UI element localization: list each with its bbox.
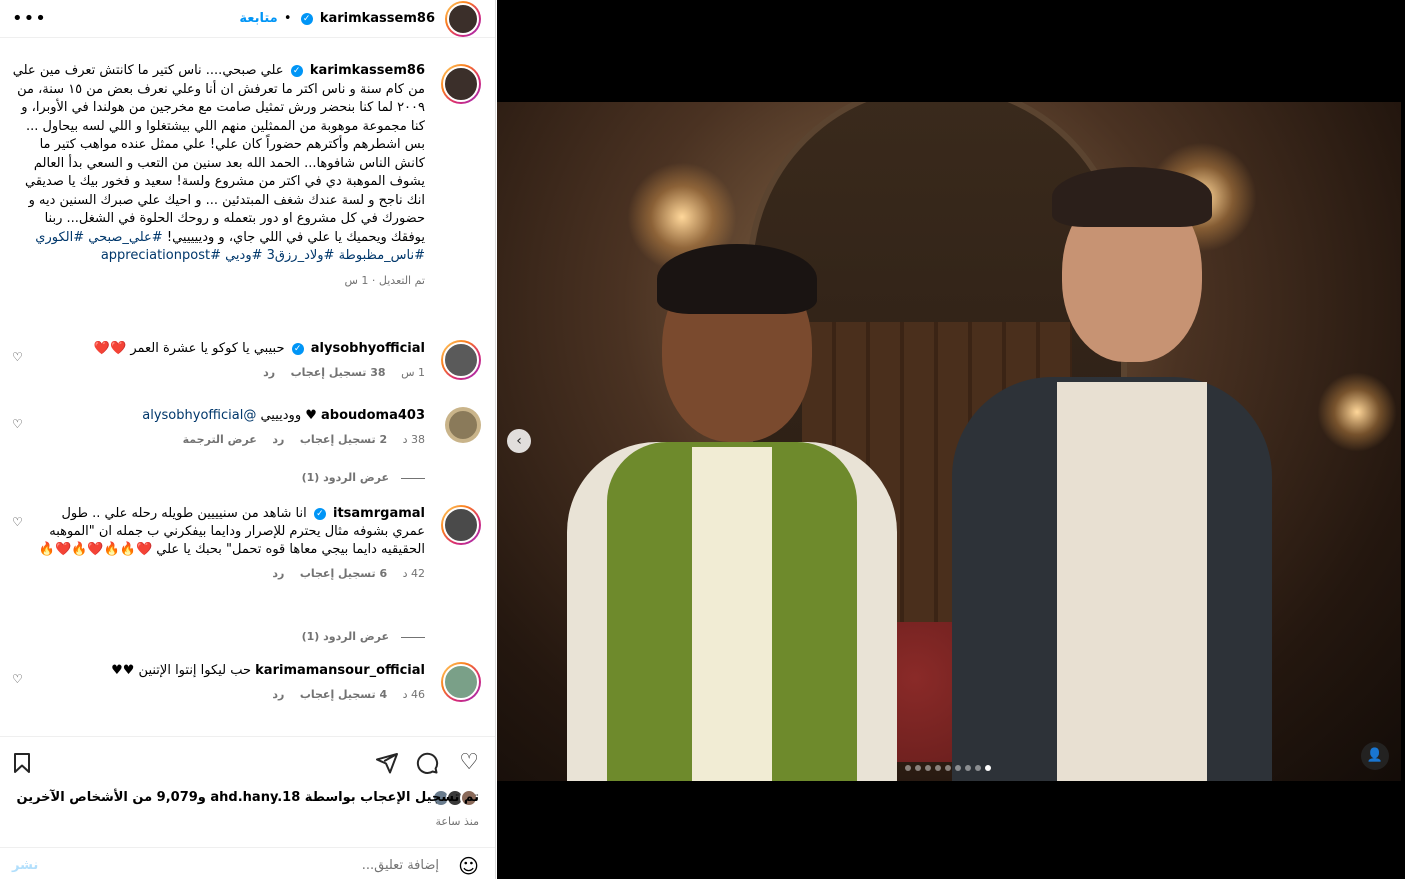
person-right-hair: [1052, 167, 1212, 227]
comment-avatar[interactable]: [441, 505, 481, 545]
verified-icon: ✓: [300, 12, 313, 25]
lamp-light: [1317, 372, 1397, 452]
comment-username[interactable]: alysobhyofficial: [311, 341, 425, 356]
comment-likes[interactable]: 38 تسجيل إعجاب: [291, 366, 386, 379]
carousel-dot: [975, 765, 981, 771]
carousel-dot: [965, 765, 971, 771]
comment-like-icon[interactable]: ♡: [12, 515, 23, 529]
comment-item: aboudoma403 ♥ ووديييي @alysobhyofficial …: [8, 407, 481, 446]
carousel-dot: [985, 765, 991, 771]
heart-icon[interactable]: ♡: [459, 751, 479, 775]
comments-list[interactable]: karimkassem86 ✓ علي صبحي.... ناس كتير ما…: [0, 50, 495, 735]
caption-avatar[interactable]: [441, 64, 481, 104]
caption-body: علي صبحي.... ناس كتير ما كانتش تعرف مين …: [12, 63, 425, 245]
post-actions: ♡: [0, 736, 495, 788]
view-replies-button[interactable]: عرض الردود (1): [302, 630, 425, 643]
follow-button[interactable]: متابعة: [239, 11, 277, 26]
comment-avatar[interactable]: [441, 340, 481, 380]
caption-text: karimkassem86 ✓ علي صبحي.... ناس كتير ما…: [8, 62, 481, 266]
author-username[interactable]: karimkassem86: [320, 11, 435, 26]
carousel-dot: [905, 765, 911, 771]
caption-edited: تم التعديل · 1 س: [344, 273, 425, 287]
more-icon[interactable]: •••: [12, 8, 47, 29]
comment-time[interactable]: 46 د: [403, 688, 425, 701]
post-panel: karimkassem86 ✓ • متابعة ••• karimkassem…: [0, 0, 496, 879]
bookmark-icon[interactable]: [10, 751, 34, 781]
author-avatar[interactable]: [445, 1, 481, 37]
comment-icon[interactable]: [415, 751, 439, 781]
comment-time[interactable]: 38 د: [403, 433, 425, 446]
replies-line: [401, 477, 425, 479]
share-icon[interactable]: [375, 751, 399, 781]
separator-dot: •: [283, 11, 292, 26]
comment-text: ♥ ووديييي: [260, 408, 317, 423]
carousel-dots: [905, 760, 995, 771]
verified-icon: ✓: [291, 342, 304, 355]
comment-like-icon[interactable]: ♡: [12, 417, 23, 431]
caption: karimkassem86 ✓ علي صبحي.... ناس كتير ما…: [8, 62, 481, 287]
comment-like-icon[interactable]: ♡: [12, 672, 23, 686]
comment-username[interactable]: itsamrgamal: [333, 506, 425, 521]
post-time[interactable]: منذ ساعة: [435, 815, 479, 828]
reply-button[interactable]: رد: [272, 567, 284, 580]
comment-text: حب ليكوا إنتوا الإتنين ♥♥: [111, 663, 252, 678]
person-right-shirt: [1057, 382, 1207, 781]
person-left: [567, 244, 897, 781]
comment-avatar[interactable]: [445, 407, 481, 443]
post-header: karimkassem86 ✓ • متابعة •••: [0, 0, 495, 38]
carousel-dot: [945, 765, 951, 771]
tagged-users-icon[interactable]: 👤: [1361, 742, 1389, 770]
comment-username[interactable]: aboudoma403: [321, 408, 425, 423]
person-left-hair: [657, 244, 817, 314]
media-viewer: ‹ 👤: [497, 0, 1405, 879]
view-replies-label: عرض الردود (1): [301, 471, 389, 484]
comment-time[interactable]: 42 د: [403, 567, 425, 580]
comment-mention[interactable]: @alysobhyofficial: [142, 408, 256, 423]
comment-item: alysobhyofficial ✓ حبيبي يا كوكو يا عشرة…: [8, 340, 481, 380]
translate-button[interactable]: عرض الترجمة: [183, 433, 257, 446]
comment-text: حبيبي يا كوكو يا عشرة العمر ❤️❤️: [93, 341, 285, 356]
reply-button[interactable]: رد: [272, 688, 284, 701]
emoji-icon[interactable]: ☺: [458, 854, 479, 878]
reply-button[interactable]: رد: [272, 433, 284, 446]
comment-item: itsamrgamal ✓ انا شاهد من سنيييين طويله …: [8, 505, 481, 580]
comment-item: karimamansour_official حب ليكوا إنتوا ال…: [8, 662, 481, 702]
view-replies-label: عرض الردود (1): [301, 630, 389, 643]
comment-avatar[interactable]: [441, 662, 481, 702]
carousel-dot: [955, 765, 961, 771]
replies-line: [401, 636, 425, 638]
likes-summary[interactable]: تم تسجيل الإعجاب بواسطة ahd.hany.18 و9,0…: [17, 790, 479, 805]
comment-likes[interactable]: 6 تسجيل إعجاب: [300, 567, 387, 580]
previous-arrow-icon[interactable]: ‹: [507, 429, 531, 453]
carousel-dot: [915, 765, 921, 771]
carousel-dot: [935, 765, 941, 771]
comment-likes[interactable]: 2 تسجيل إعجاب: [300, 433, 387, 446]
verified-icon: ✓: [313, 507, 326, 520]
post-photo[interactable]: [497, 102, 1401, 781]
caption-username[interactable]: karimkassem86: [310, 63, 425, 78]
comment-username[interactable]: karimamansour_official: [255, 663, 425, 678]
comment-time[interactable]: 1 س: [401, 366, 425, 379]
comment-input[interactable]: إضافة تعليق...: [362, 858, 439, 873]
add-comment-bar: ☺ إضافة تعليق... نشر: [0, 847, 495, 879]
person-left-shirt: [692, 447, 772, 781]
post-comment-button[interactable]: نشر: [12, 858, 38, 873]
carousel-dot: [925, 765, 931, 771]
person-right: [952, 162, 1272, 781]
view-replies-button[interactable]: عرض الردود (1): [302, 471, 425, 484]
verified-icon: ✓: [290, 64, 303, 77]
comment-like-icon[interactable]: ♡: [12, 350, 23, 364]
comment-likes[interactable]: 4 تسجيل إعجاب: [300, 688, 387, 701]
reply-button[interactable]: رد: [263, 366, 275, 379]
